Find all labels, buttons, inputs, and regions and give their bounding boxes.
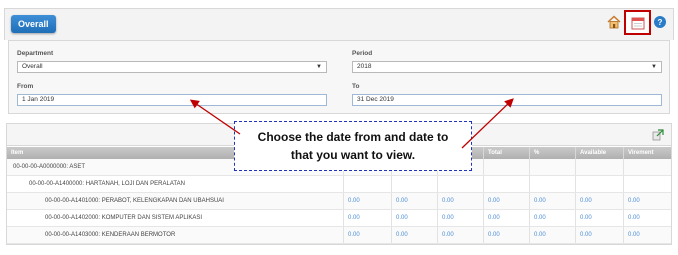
value-cell[interactable]: 0.00 [575,227,623,243]
callout-line-1: Choose the date from and date to [257,130,449,144]
from-date-field[interactable]: 1 Jan 2019 [17,94,327,106]
value-cell[interactable] [575,176,623,192]
grid-body: 00-00-00-A0000000: ASET 00-00-00-A1400000… [7,159,671,245]
value-cell[interactable]: 0.00 [343,193,391,209]
value-cell[interactable]: 0.00 [343,227,391,243]
row-label: 00-00-00-A1401000: PERABOT, KELENGKAPAN … [45,198,224,204]
value-cell[interactable]: 0.00 [623,227,671,243]
value-cell[interactable] [483,176,529,192]
value-cell[interactable]: 0.00 [529,227,575,243]
chevron-down-icon: ▼ [316,64,322,70]
value-cell[interactable] [343,176,391,192]
value-cell[interactable] [529,159,575,175]
department-label: Department [17,50,54,57]
value-cell[interactable] [391,176,437,192]
filter-panel: Department Overall ▼ Period 2018 ▼ From … [8,40,670,114]
column-header[interactable]: % [529,147,575,159]
value-cell[interactable] [623,176,671,192]
calendar-button[interactable] [624,10,651,35]
value-cell[interactable]: 0.00 [483,193,529,209]
table-row[interactable]: 00-00-00-A1402000: KOMPUTER DAN SISTEM A… [7,210,671,227]
value-cell[interactable]: 0.00 [529,193,575,209]
column-header[interactable]: Available [575,147,623,159]
row-label: 00-00-00-A1403000: KENDERAAN BERMOTOR [45,232,176,238]
value-cell[interactable] [483,159,529,175]
department-select[interactable]: Overall ▼ [17,61,327,73]
from-label: From [17,83,34,90]
table-row[interactable]: 00-00-00-A1401000: PERABOT, KELENGKAPAN … [7,193,671,210]
column-header[interactable]: Virement [623,147,671,159]
to-label: To [352,83,360,90]
period-value: 2018 [357,63,372,70]
value-cell[interactable]: 0.00 [391,210,437,226]
value-cell[interactable]: 0.00 [623,193,671,209]
value-cell[interactable]: 0.00 [391,193,437,209]
row-label: 00-00-00-A1400000: HARTANAH, LOJI DAN PE… [29,181,185,187]
value-cell[interactable]: 0.00 [437,227,483,243]
value-cell[interactable] [623,159,671,175]
value-cell[interactable] [437,176,483,192]
page-title-tab[interactable]: Overall [11,15,56,33]
export-icon[interactable] [651,128,665,142]
chevron-down-icon: ▼ [651,64,657,70]
to-date-field[interactable]: 31 Dec 2019 [352,94,662,106]
value-cell[interactable]: 0.00 [623,210,671,226]
home-icon[interactable] [606,14,622,30]
row-label: 00-00-00-A1402000: KOMPUTER DAN SISTEM A… [45,215,203,221]
value-cell[interactable] [575,159,623,175]
value-cell[interactable] [529,176,575,192]
callout-line-2: that you want to view. [290,148,416,162]
top-bar: Overall [4,8,674,40]
table-row[interactable]: 00-00-00-A1400000: HARTANAH, LOJI DAN PE… [7,176,671,193]
value-cell[interactable]: 0.00 [343,210,391,226]
help-icon[interactable]: ? [654,16,666,28]
value-cell[interactable]: 0.00 [575,210,623,226]
value-cell[interactable]: 0.00 [483,227,529,243]
table-row[interactable]: 00-00-00-A1403000: KENDERAAN BERMOTOR 0.0… [7,227,671,244]
department-value: Overall [22,63,43,70]
row-label: 00-00-00-A0000000: ASET [13,164,86,170]
column-header[interactable]: Total [483,147,529,159]
value-cell[interactable]: 0.00 [437,193,483,209]
value-cell[interactable]: 0.00 [483,210,529,226]
value-cell[interactable]: 0.00 [529,210,575,226]
value-cell[interactable]: 0.00 [437,210,483,226]
value-cell[interactable]: 0.00 [391,227,437,243]
instruction-callout: Choose the date from and date to that yo… [234,121,472,171]
value-cell[interactable]: 0.00 [575,193,623,209]
calendar-icon [631,17,644,29]
period-label: Period [352,50,373,57]
period-select[interactable]: 2018 ▼ [352,61,662,73]
